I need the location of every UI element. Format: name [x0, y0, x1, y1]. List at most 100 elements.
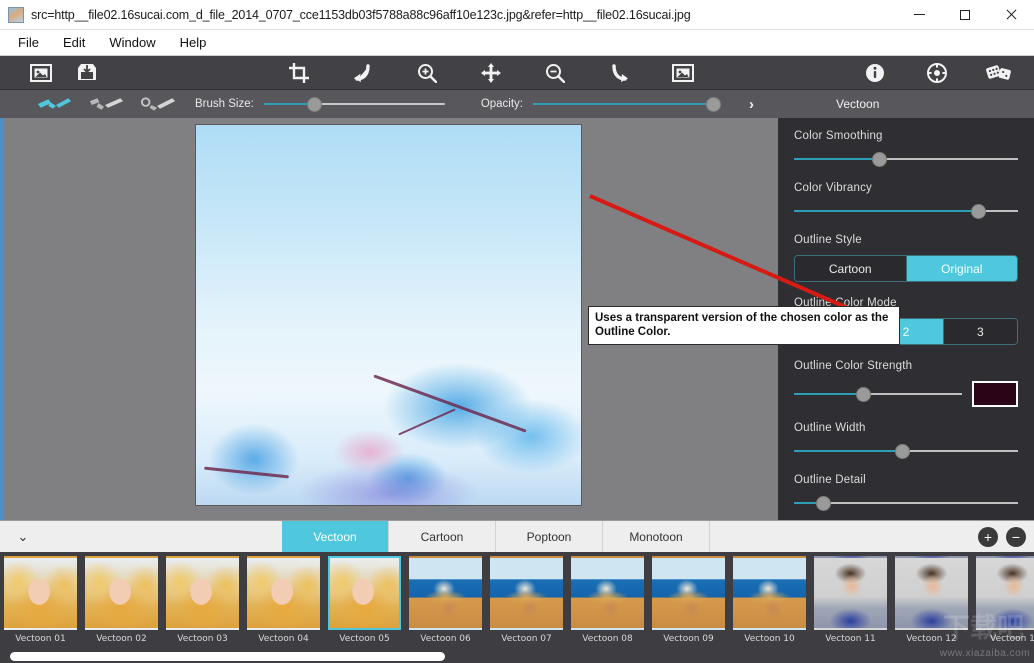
preset-thumbnail-image[interactable] [4, 556, 77, 630]
tab-bar-spacer [46, 521, 282, 552]
minimize-button[interactable] [896, 0, 942, 30]
outline-color-swatch[interactable] [972, 381, 1018, 407]
preset-thumbnail-item[interactable]: Vectoon 04 [243, 556, 324, 644]
window-controls [896, 0, 1034, 30]
color-vibrancy-slider[interactable] [794, 203, 1018, 219]
opacity-slider[interactable] [533, 95, 721, 113]
outline-width-knob[interactable] [895, 444, 910, 459]
preset-thumbnail-label: Vectoon 05 [324, 634, 405, 644]
gallery-icon[interactable] [976, 56, 1022, 90]
outline-style-option-cartoon[interactable]: Cartoon [795, 256, 907, 281]
preset-thumbnail-image[interactable] [733, 556, 806, 630]
menu-item-window[interactable]: Window [97, 32, 167, 53]
zoom-in-icon[interactable] [404, 56, 450, 90]
preset-thumbnail-item[interactable]: Vectoon 05 [324, 556, 405, 644]
tab-poptoon[interactable]: Poptoon [496, 521, 603, 552]
zoom-out-icon[interactable] [532, 56, 578, 90]
preset-thumbnail-item[interactable]: Vectoon 1 [972, 556, 1034, 644]
preset-thumbnail-item[interactable]: Vectoon 12 [891, 556, 972, 644]
preset-thumbnail-item[interactable]: Vectoon 10 [729, 556, 810, 644]
brush-toolbar: Brush Size: Opacity: › Vectoon [0, 90, 1034, 118]
outline-width-slider[interactable] [794, 443, 1018, 459]
preset-thumbnail-item[interactable]: Vectoon 01 [0, 556, 81, 644]
preset-thumbnail-label: Vectoon 08 [567, 634, 648, 644]
outline-detail-slider[interactable] [794, 495, 1018, 511]
pan-move-icon[interactable] [468, 56, 514, 90]
opacity-fill [533, 103, 713, 105]
color-smoothing-label: Color Smoothing [794, 130, 1018, 142]
preset-thumbnail-item[interactable]: Vectoon 07 [486, 556, 567, 644]
preset-thumbnail-image[interactable] [976, 556, 1034, 630]
tab-vectoon[interactable]: Vectoon [282, 521, 389, 552]
preset-thumbnail-image[interactable] [652, 556, 725, 630]
opacity-knob[interactable] [706, 97, 721, 112]
preset-thumbnail-image[interactable] [571, 556, 644, 630]
preset-thumbnail-image[interactable] [328, 556, 401, 630]
thumbnail-scrollbar[interactable] [0, 652, 1034, 661]
preset-thumbnail-label: Vectoon 09 [648, 634, 729, 644]
preset-thumbnail-item[interactable]: Vectoon 08 [567, 556, 648, 644]
color-vibrancy-knob[interactable] [971, 204, 986, 219]
preset-thumbnail-image[interactable] [895, 556, 968, 630]
close-button[interactable] [988, 0, 1034, 30]
color-vibrancy-label: Color Vibrancy [794, 182, 1018, 194]
preset-thumbnail-image[interactable] [166, 556, 239, 630]
menu-item-help[interactable]: Help [168, 32, 219, 53]
preset-thumbnail-item[interactable]: Vectoon 06 [405, 556, 486, 644]
preset-thumbnail-item[interactable]: Vectoon 02 [81, 556, 162, 644]
brush-size-knob[interactable] [307, 97, 322, 112]
canvas-image[interactable] [195, 124, 582, 506]
preset-thumbnail-image[interactable] [814, 556, 887, 630]
outline-detail-label: Outline Detail [794, 474, 1018, 486]
tab-cartoon[interactable]: Cartoon [389, 521, 496, 552]
menu-item-file[interactable]: File [6, 32, 51, 53]
preset-thumbnail-item[interactable]: Vectoon 09 [648, 556, 729, 644]
preset-thumbnail-item[interactable]: Vectoon 03 [162, 556, 243, 644]
undo-icon[interactable] [340, 56, 386, 90]
brush-size-slider[interactable] [264, 95, 445, 113]
brush-tool-smudge[interactable] [88, 94, 126, 114]
outline-color-strength-knob[interactable] [856, 387, 871, 402]
preset-thumbnail-label: Vectoon 02 [81, 634, 162, 644]
brush-tool-erase[interactable] [140, 94, 178, 114]
image-detail [374, 375, 527, 433]
chevron-right-icon[interactable]: › [749, 96, 754, 113]
outline-color-strength-slider[interactable] [794, 386, 962, 402]
crop-icon[interactable] [276, 56, 322, 90]
preset-thumbnail-label: Vectoon 12 [891, 634, 972, 644]
application-window: src=http__file02.16sucai.com_d_file_2014… [0, 0, 1034, 663]
outline-width-fill [794, 450, 902, 452]
outline-style-option-original[interactable]: Original [907, 256, 1018, 281]
preset-thumbnail-item[interactable]: Vectoon 11 [810, 556, 891, 644]
preset-thumbnail-image[interactable] [409, 556, 482, 630]
maximize-button[interactable] [942, 0, 988, 30]
info-icon[interactable] [852, 56, 898, 90]
add-preset-button[interactable]: + [978, 527, 998, 547]
outline-color-mode-option-3[interactable]: 3 [944, 319, 1017, 344]
preset-thumbnail-image[interactable] [490, 556, 563, 630]
tab-monotoon[interactable]: Monotoon [603, 521, 710, 552]
menu-bar: File Edit Window Help [0, 30, 1034, 56]
outline-style-segmented: Cartoon Original [794, 255, 1018, 282]
minimize-icon [914, 14, 925, 15]
chevron-down-icon[interactable]: ⌄ [0, 521, 46, 552]
menu-item-edit[interactable]: Edit [51, 32, 97, 53]
outline-style-control: Outline Style Cartoon Original [794, 234, 1018, 282]
gear-icon[interactable] [914, 56, 960, 90]
open-image-icon[interactable] [18, 56, 64, 90]
preset-thumbnail-strip[interactable]: Vectoon 01Vectoon 02Vectoon 03Vectoon 04… [0, 552, 1034, 663]
preset-thumbnail-image[interactable] [247, 556, 320, 630]
brush-tool-paint[interactable] [36, 94, 74, 114]
redo-icon[interactable] [596, 56, 642, 90]
outline-detail-knob[interactable] [816, 496, 831, 511]
close-icon [1005, 9, 1017, 21]
fit-image-icon[interactable] [660, 56, 706, 90]
color-smoothing-knob[interactable] [872, 152, 887, 167]
save-image-icon[interactable] [64, 56, 110, 90]
color-smoothing-slider[interactable] [794, 151, 1018, 167]
thumbnail-scrollbar-thumb[interactable] [10, 652, 445, 661]
remove-preset-button[interactable]: − [1006, 527, 1026, 547]
preset-thumbnail-image[interactable] [85, 556, 158, 630]
preset-thumbnail-label: Vectoon 03 [162, 634, 243, 644]
tooltip: Uses a transparent version of the chosen… [588, 306, 900, 345]
